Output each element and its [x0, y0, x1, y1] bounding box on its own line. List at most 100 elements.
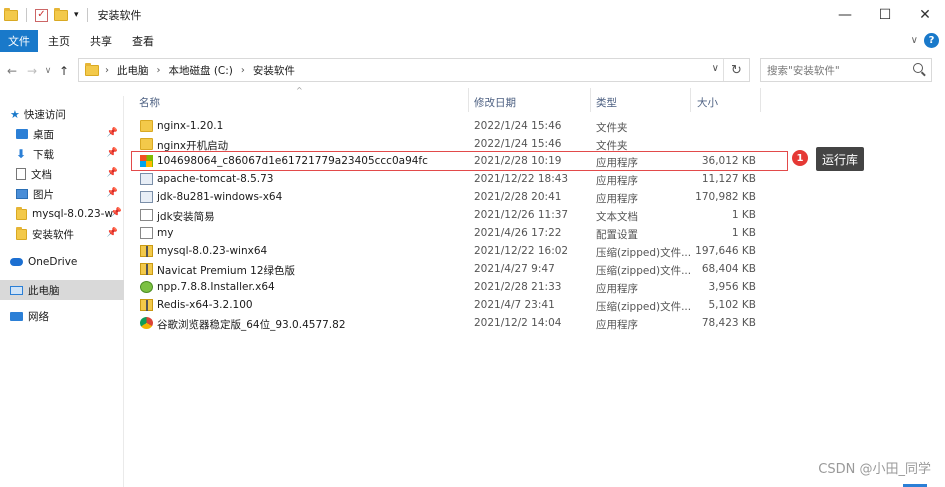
highlight-box [131, 151, 788, 171]
pin-icon[interactable]: 📌 [107, 128, 118, 138]
file-name: my [157, 227, 174, 239]
pin-icon[interactable]: 📌 [111, 208, 122, 218]
list-item[interactable]: Redis-x64-3.2.100 2021/4/7 23:41 压缩(zipped… [128, 297, 788, 315]
file-date: 2021/12/26 11:37 [474, 209, 569, 221]
breadcrumb-separator[interactable]: › [157, 65, 161, 76]
pin-icon[interactable]: 📌 [107, 228, 118, 238]
list-item[interactable]: Navicat Premium 12绿色版 2021/4/27 9:47 压缩(zi… [128, 261, 788, 279]
column-divider[interactable] [590, 88, 591, 112]
download-icon: ⬇ [16, 147, 27, 161]
sidebar-item-network[interactable]: 网络 [0, 306, 124, 326]
file-size: 11,127 KB [701, 173, 756, 185]
tab-file[interactable]: 文件 [0, 30, 38, 52]
text-document-icon [140, 209, 153, 221]
sidebar-item-install-software[interactable]: 安装软件 📌 [0, 224, 124, 244]
address-bar[interactable]: › 此电脑 › 本地磁盘 (C:) › 安装软件 ∨ ↻ [78, 58, 750, 82]
list-item[interactable]: apache-tomcat-8.5.73 2021/12/22 18:43 应用程序… [128, 171, 788, 189]
file-name: jdk安装简易 [157, 211, 215, 223]
file-name: Redis-x64-3.2.100 [157, 299, 253, 311]
sidebar-item-label: OneDrive [28, 256, 78, 268]
maximize-button[interactable]: ☐ [865, 0, 905, 30]
column-header-size[interactable]: 大小 [697, 92, 718, 112]
quick-access-dropdown-icon[interactable]: ▾ [74, 10, 79, 20]
file-size: 5,102 KB [708, 299, 757, 311]
file-date: 2021/4/26 17:22 [474, 227, 562, 239]
address-dropdown-icon[interactable]: ∨ [712, 63, 719, 74]
tab-view[interactable]: 查看 [122, 30, 164, 52]
back-icon[interactable]: ← [2, 64, 22, 78]
file-name: npp.7.8.8.Installer.x64 [157, 281, 275, 293]
list-item[interactable]: jdk安装简易 2021/12/26 11:37 文本文档 1 KB [128, 207, 788, 225]
list-item[interactable]: jdk-8u281-windows-x64 2021/2/28 20:41 应用程序… [128, 189, 788, 207]
file-size: 197,646 KB [695, 245, 756, 257]
java-installer-icon [140, 191, 153, 203]
list-item[interactable]: my 2021/4/26 17:22 配置设置 1 KB [128, 225, 788, 243]
sidebar-item-pictures[interactable]: 图片 📌 [0, 184, 124, 204]
pin-icon[interactable]: 📌 [107, 148, 118, 158]
file-type: 应用程序 [596, 193, 638, 205]
sidebar-item-this-pc[interactable]: 此电脑 [0, 280, 124, 300]
sidebar-item-downloads[interactable]: ⬇ 下载 📌 [0, 144, 124, 164]
file-name: Navicat Premium 12绿色版 [157, 265, 296, 277]
expand-ribbon-icon[interactable]: ∨ [911, 35, 918, 46]
list-item[interactable]: npp.7.8.8.Installer.x64 2021/2/28 21:33 应用… [128, 279, 788, 297]
folder-icon [140, 138, 153, 150]
search-input[interactable]: 搜索"安装软件" [760, 58, 932, 82]
pin-icon[interactable]: 📌 [107, 168, 118, 178]
desktop-icon [16, 129, 28, 139]
zip-folder-icon [140, 263, 153, 275]
file-name: nginx-1.20.1 [157, 120, 224, 132]
sidebar-item-label: mysql-8.0.23-w [32, 208, 114, 220]
column-header-name[interactable]: 名称 [139, 92, 160, 112]
chrome-icon [140, 317, 153, 329]
sidebar-item-label: 文档 [31, 168, 52, 181]
column-divider[interactable] [760, 88, 761, 112]
file-name: 谷歌浏览器稳定版_64位_93.0.4577.82 [157, 319, 346, 331]
file-date: 2021/4/7 23:41 [474, 299, 555, 311]
sidebar-item-label: 网络 [28, 310, 49, 323]
file-date: 2022/1/24 15:46 [474, 138, 562, 150]
sidebar-item-documents[interactable]: 文档 📌 [0, 164, 124, 184]
properties-icon[interactable]: ✓ [35, 8, 48, 22]
file-type: 压缩(zipped)文件... [596, 265, 692, 277]
sidebar-item-onedrive[interactable]: OneDrive [0, 252, 124, 272]
help-icon[interactable]: ? [924, 33, 939, 48]
forward-icon[interactable]: → [22, 64, 42, 78]
breadcrumb-current[interactable]: 安装软件 [253, 63, 295, 78]
list-item[interactable]: nginx-1.20.1 2022/1/24 15:46 文件夹 [128, 118, 788, 136]
tab-share[interactable]: 共享 [80, 30, 122, 52]
new-folder-icon[interactable] [54, 7, 68, 21]
file-date: 2021/2/28 21:33 [474, 281, 562, 293]
column-header-date[interactable]: 修改日期 [474, 92, 516, 112]
up-icon[interactable]: ↑ [54, 64, 74, 78]
column-divider[interactable] [468, 88, 469, 112]
tab-home[interactable]: 主页 [38, 30, 80, 52]
sidebar-item-quick-access[interactable]: ★ 快速访问 [0, 104, 124, 124]
zip-folder-icon [140, 299, 153, 311]
file-type: 应用程序 [596, 175, 638, 187]
column-header-type[interactable]: 类型 [596, 92, 617, 112]
network-icon [10, 311, 23, 321]
close-button[interactable]: ✕ [905, 0, 945, 30]
sidebar-item-mysql[interactable]: mysql-8.0.23-w 📌 [0, 204, 124, 224]
config-file-icon [140, 227, 153, 239]
breadcrumb-separator[interactable]: › [241, 65, 245, 76]
list-item[interactable]: 谷歌浏览器稳定版_64位_93.0.4577.82 2021/12/2 14:04… [128, 315, 788, 333]
file-size: 3,956 KB [708, 281, 757, 293]
sidebar-item-desktop[interactable]: 桌面 📌 [0, 124, 124, 144]
breadcrumb-separator[interactable]: › [105, 65, 109, 76]
file-size: 68,404 KB [701, 263, 756, 275]
breadcrumb-local-disk[interactable]: 本地磁盘 (C:) [169, 63, 233, 78]
list-item[interactable]: mysql-8.0.23-winx64 2021/12/22 16:02 压缩(zi… [128, 243, 788, 261]
minimize-button[interactable]: — [825, 0, 865, 30]
folder-icon [16, 226, 27, 240]
cloud-icon [10, 258, 23, 266]
pin-icon[interactable]: 📌 [107, 188, 118, 198]
file-date: 2021/12/22 18:43 [474, 173, 569, 185]
breadcrumb-this-pc[interactable]: 此电脑 [117, 63, 149, 78]
search-icon[interactable] [913, 63, 923, 73]
refresh-icon[interactable]: ↻ [723, 59, 749, 81]
file-name: apache-tomcat-8.5.73 [157, 173, 274, 185]
column-divider[interactable] [690, 88, 691, 112]
recent-dropdown-icon[interactable]: ∨ [42, 66, 54, 76]
